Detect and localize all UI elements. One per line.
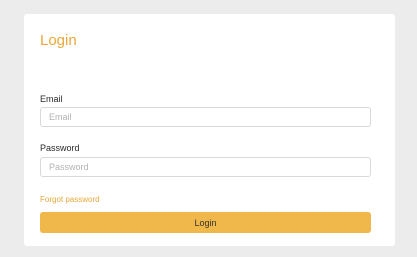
password-label: Password — [40, 143, 80, 153]
login-button[interactable]: Login — [40, 212, 371, 233]
login-title: Login — [40, 32, 77, 49]
email-label: Email — [40, 94, 63, 104]
email-field[interactable] — [40, 107, 371, 127]
password-field[interactable] — [40, 157, 371, 177]
forgot-password-link[interactable]: Forgot password — [40, 195, 100, 205]
page-background: Login Email Password Forgot password Log… — [0, 0, 417, 257]
login-card: Login Email Password Forgot password Log… — [24, 14, 395, 246]
